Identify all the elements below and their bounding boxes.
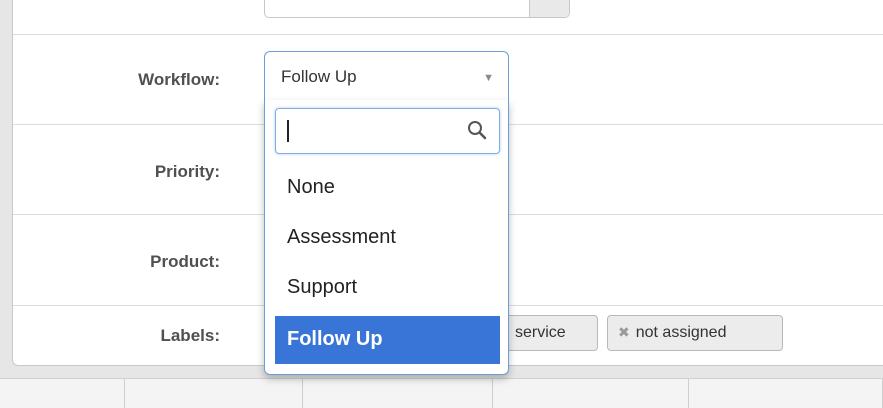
- label-tag-not-assigned[interactable]: ✖ not assigned: [607, 315, 783, 351]
- workflow-dropdown: None Assessment Support Follow Up: [264, 100, 509, 375]
- ticket-form-screen: Workflow: Priority: Product: Labels: Fol…: [0, 0, 883, 408]
- toolbar-tab[interactable]: [125, 379, 303, 408]
- toolbar-tab[interactable]: [493, 379, 689, 408]
- text-cursor: [287, 120, 289, 142]
- previous-field-control[interactable]: [264, 0, 570, 18]
- option-assessment[interactable]: Assessment: [275, 214, 500, 262]
- workflow-label: Workflow:: [138, 70, 220, 89]
- option-none[interactable]: None: [275, 164, 500, 212]
- product-label: Product:: [150, 252, 220, 271]
- option-follow-up[interactable]: Follow Up: [275, 316, 500, 364]
- toolbar-tab[interactable]: [0, 379, 125, 408]
- dropdown-search-input[interactable]: [282, 115, 457, 147]
- row-divider: [13, 34, 883, 35]
- remove-tag-icon[interactable]: ✖: [618, 324, 630, 340]
- option-support[interactable]: Support: [275, 264, 500, 312]
- bottom-toolbar: [0, 378, 883, 408]
- workflow-select[interactable]: Follow Up ▼: [264, 51, 509, 101]
- left-gutter: [0, 0, 12, 408]
- previous-field-button[interactable]: [529, 0, 569, 17]
- chevron-down-icon: ▼: [483, 72, 494, 84]
- labels-label: Labels:: [160, 326, 220, 345]
- toolbar-tab[interactable]: [689, 379, 883, 408]
- priority-label: Priority:: [154, 162, 220, 181]
- dropdown-search-box[interactable]: [275, 108, 500, 154]
- workflow-selected-value: Follow Up: [281, 67, 357, 86]
- toolbar-tab[interactable]: [303, 379, 493, 408]
- tag-text: not assigned: [635, 324, 727, 341]
- search-icon: [468, 121, 487, 140]
- tag-text: service: [515, 324, 566, 341]
